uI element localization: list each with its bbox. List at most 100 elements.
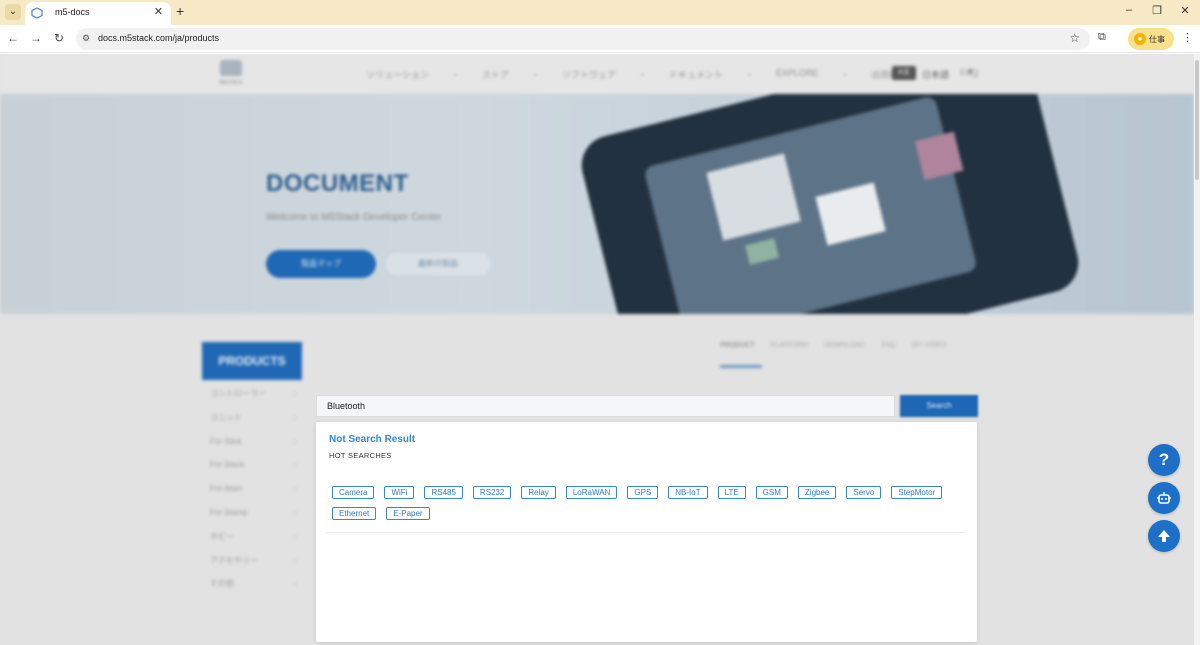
chevron-right-icon: › — [293, 484, 296, 494]
reload-icon[interactable]: ↻ — [52, 31, 66, 45]
chevron-right-icon: › — [293, 507, 296, 517]
chevron-right-icon: › — [293, 460, 296, 470]
page-scrollbar[interactable] — [1194, 54, 1200, 645]
forward-arrow-icon[interactable]: → — [29, 31, 43, 45]
search-bar — [316, 395, 895, 417]
chevron-right-icon: › — [293, 579, 296, 589]
tab-download[interactable]: DOWNLOAD — [824, 342, 865, 349]
nav-separator: ・ — [530, 70, 540, 80]
hero-device-image — [575, 94, 1085, 314]
tab-diy-video[interactable]: DIY VIDEO — [911, 342, 946, 349]
new-tab-button[interactable]: + — [176, 3, 184, 19]
nav-item-solutions[interactable]: ソリューション — [366, 68, 429, 81]
browser-menu-icon[interactable]: ⋮ — [1182, 31, 1193, 44]
site-info-icon[interactable]: ⚙ — [82, 33, 94, 45]
chevron-right-icon: › — [293, 531, 296, 541]
hero-subtitle: Welcome to M5Stack Developer Center — [266, 212, 442, 223]
nav-item-software[interactable]: ソフトウェア — [562, 68, 616, 81]
page-viewport: M5STACK ソリューション ・ ストア ・ ソフトウェア ・ ドキュメント … — [0, 54, 1194, 645]
nav-separator: ・ — [744, 70, 754, 80]
tab-product[interactable]: PRODUCT — [720, 342, 755, 349]
help-button[interactable]: ? — [1148, 444, 1180, 476]
hot-tag-zigbee[interactable]: Zigbee — [797, 486, 837, 499]
back-to-top-button[interactable] — [1148, 520, 1180, 552]
product-sidebar: コントローラー › ユニット › For Stick › For Stack › For… — [210, 386, 302, 600]
hot-tag-e-paper[interactable]: E-Paper — [386, 507, 430, 520]
hot-tag-ethernet[interactable]: Ethernet — [332, 507, 377, 520]
tab-close-icon[interactable]: ✕ — [154, 5, 163, 18]
chatbot-button[interactable] — [1148, 482, 1180, 514]
logo-text: M5STACK — [219, 80, 243, 86]
m5stack-logo[interactable]: M5STACK — [214, 60, 248, 88]
profile-label: 仕事 — [1149, 35, 1165, 44]
search-input[interactable] — [317, 396, 894, 416]
hot-tag-wifi[interactable]: WiFi — [384, 486, 415, 499]
site-nav: ソリューション ・ ストア ・ ソフトウェア ・ ドキュメント ・ EXPLOR… — [366, 68, 979, 81]
hot-tag-relay[interactable]: Relay — [521, 486, 556, 499]
nav-item-store[interactable]: ストア — [482, 68, 509, 81]
window-close-button[interactable]: ✕ — [1178, 4, 1192, 17]
hot-searches-label: HOT SEARCHES — [329, 451, 392, 460]
nav-separator: ・ — [450, 70, 460, 80]
tab-faq[interactable]: FAQ — [881, 342, 895, 349]
hero-primary-button[interactable]: 製品マップ — [266, 250, 376, 278]
dropdown-divider — [326, 532, 966, 533]
hot-tag-stepmotor[interactable]: StepMotor — [891, 486, 943, 499]
profile-button[interactable]: ● 仕事 — [1128, 28, 1174, 50]
sidebar-item-other[interactable]: その他 › — [210, 576, 302, 600]
nav-item-explore[interactable]: EXPLORE — [776, 68, 819, 81]
language-icon[interactable]: A文 — [892, 66, 916, 80]
hot-tag-nb-iot[interactable]: NB-IoT — [668, 486, 708, 499]
logo-cube-icon — [220, 60, 242, 76]
search-button[interactable]: Search — [900, 395, 978, 417]
sidebar-item-controllers[interactable]: コントローラー › — [210, 386, 302, 410]
hero-title: DOCUMENT — [266, 170, 409, 197]
arrow-up-icon — [1158, 530, 1170, 542]
extensions-puzzle-icon[interactable]: ⧉ — [1098, 31, 1106, 44]
hero-secondary-button[interactable]: 最新の製品 — [383, 250, 493, 278]
sidebar-item-for-atom[interactable]: For Atom › — [210, 481, 302, 505]
site-header: M5STACK ソリューション ・ ストア ・ ソフトウェア ・ ドキュメント … — [0, 54, 1194, 94]
language-caret-icon[interactable]: ▾ — [968, 66, 973, 77]
bookmark-star-icon[interactable]: ☆ — [1069, 31, 1080, 45]
back-arrow-icon[interactable]: ← — [6, 31, 20, 45]
sidebar-item-for-stick[interactable]: For Stick › — [210, 434, 302, 458]
m5-favicon-icon — [31, 7, 43, 19]
nav-separator: ・ — [840, 70, 850, 80]
profile-avatar-icon: ● — [1134, 33, 1146, 45]
sidebar-item-hobby[interactable]: ホビー › — [210, 529, 302, 553]
sidebar-item-accessories[interactable]: アクセサリー › — [210, 553, 302, 577]
chevron-right-icon: › — [293, 555, 296, 565]
scrollbar-thumb[interactable] — [1195, 60, 1199, 180]
hot-tag-lte[interactable]: LTE — [717, 486, 746, 499]
browser-toolbar: ← → ↻ ⚙ docs.m5stack.com/ja/products ☆ ⧉… — [0, 25, 1200, 53]
language-label[interactable]: 日本語 — [922, 68, 949, 81]
tab-search-button[interactable]: ⌄ — [5, 4, 21, 20]
robot-icon — [1157, 492, 1171, 504]
active-tab-indicator — [720, 365, 762, 368]
sidebar-item-units[interactable]: ユニット › — [210, 410, 302, 434]
search-results-dropdown: Not Search Result HOT SEARCHES Camera Wi… — [316, 422, 977, 642]
sidebar-item-for-stamp[interactable]: For Stamp › — [210, 505, 302, 529]
tab-title: m5-docs — [55, 7, 90, 17]
hot-tag-camera[interactable]: Camera — [332, 486, 375, 499]
hot-tag-rs232[interactable]: RS232 — [472, 486, 512, 499]
window-maximize-button[interactable]: ❐ — [1150, 4, 1164, 17]
content-tabs: PRODUCT PLATFORM DOWNLOAD FAQ DIY VIDEO — [720, 342, 947, 349]
url-text: docs.m5stack.com/ja/products — [98, 33, 220, 43]
sidebar-item-for-stack[interactable]: For Stack › — [210, 457, 302, 481]
hot-tag-gps[interactable]: GPS — [627, 486, 659, 499]
address-bar[interactable]: ⚙ docs.m5stack.com/ja/products ☆ — [76, 28, 1090, 50]
hot-tag-lorawan[interactable]: LoRaWAN — [565, 486, 618, 499]
hot-tag-servo[interactable]: Servo — [846, 486, 882, 499]
window-minimize-button[interactable]: – — [1122, 4, 1136, 16]
chevron-right-icon: › — [293, 412, 296, 422]
no-result-heading: Not Search Result — [329, 434, 416, 445]
nav-separator: ・ — [637, 70, 647, 80]
hero-banner: DOCUMENT Welcome to M5Stack Developer Ce… — [0, 94, 1194, 314]
hot-tag-rs485[interactable]: RS485 — [424, 486, 463, 499]
hot-tag-gsm[interactable]: GSM — [755, 486, 788, 499]
nav-item-docs[interactable]: ドキュメント — [669, 68, 723, 81]
tab-platform[interactable]: PLATFORM — [771, 342, 809, 349]
browser-tab-m5-docs[interactable]: m5-docs ✕ — [25, 2, 171, 25]
